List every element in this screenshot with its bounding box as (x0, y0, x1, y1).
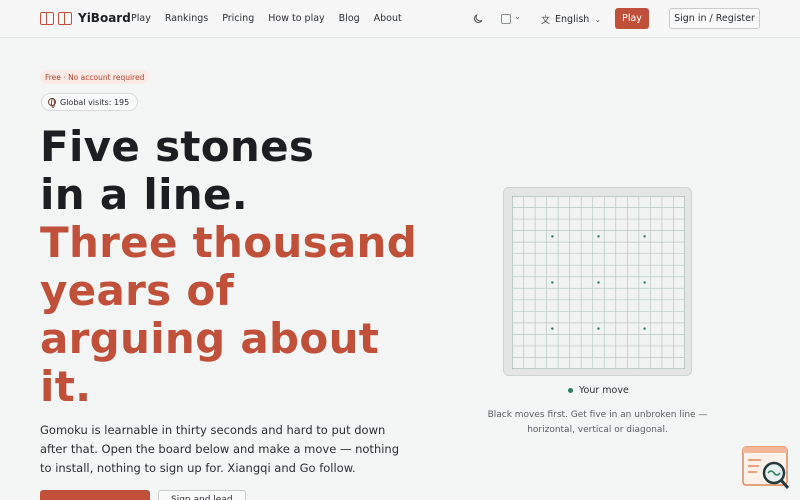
hero-headline: Five stones in a line. Three thousand ye… (40, 123, 460, 411)
headline-accent-line: Three thousand (40, 218, 418, 267)
main-nav: Play Rankings Pricing How to play Blog A… (131, 13, 416, 24)
headline-accent-line: arguing about (40, 314, 380, 363)
language-label: English (555, 14, 590, 25)
star-point (551, 235, 554, 238)
gomoku-board[interactable] (503, 187, 692, 376)
play-button[interactable]: Play (615, 8, 649, 29)
chevron-down-icon: ⌄ (594, 15, 602, 24)
sign-in-register-button[interactable]: Sign in / Register (669, 8, 760, 29)
star-point (551, 327, 554, 330)
turn-label: Your move (579, 385, 629, 396)
logo-mark-icon (40, 11, 54, 25)
theme-square-icon[interactable] (501, 14, 511, 24)
secondary-cta-button[interactable]: Sign and lead (158, 490, 246, 500)
nav-blog[interactable]: Blog (339, 13, 360, 24)
nav-rankings[interactable]: Rankings (165, 13, 208, 24)
headline-accent-line: years of (40, 266, 235, 315)
brand-name: YiBoard (78, 11, 131, 25)
star-point (597, 281, 600, 284)
star-point (597, 235, 600, 238)
primary-cta-button[interactable] (40, 490, 150, 500)
headline-accent-line: it. (40, 362, 92, 411)
global-visits-label: Global visits: 195 (60, 97, 130, 107)
star-point (643, 327, 646, 330)
nav-how-to-play[interactable]: How to play (268, 13, 324, 24)
translate-icon: 文 (541, 16, 551, 26)
nav-about[interactable]: About (374, 13, 402, 24)
star-point (597, 327, 600, 330)
logo-mark-icon (58, 11, 72, 25)
board-rules-text: Black moves first. Get five in an unbrok… (487, 410, 708, 435)
moon-icon[interactable] (473, 13, 484, 24)
brand-logo[interactable]: YiBoard (40, 11, 131, 25)
hero-description: Gomoku is learnable in thirty seconds an… (40, 423, 400, 475)
help-search-icon[interactable] (741, 445, 791, 490)
language-selector[interactable]: 文 English ⌄ (541, 13, 601, 26)
star-point (551, 281, 554, 284)
star-point (643, 235, 646, 238)
top-navigation-bar: YiBoard Play Rankings Pricing How to pla… (0, 0, 800, 38)
globe-icon (48, 98, 56, 108)
headline-line: in a line. (40, 170, 249, 219)
headline-line: Five stones (40, 122, 315, 171)
turn-status-dot (568, 388, 573, 393)
global-visits-badge: Global visits: 195 (41, 93, 139, 111)
nav-pricing[interactable]: Pricing (222, 13, 254, 24)
board-grid[interactable] (512, 196, 685, 369)
chevron-down-icon[interactable]: ⌄ (514, 12, 521, 21)
free-badge: Free · No account required (40, 70, 150, 84)
turn-indicator: Your move (568, 385, 629, 396)
star-point (643, 281, 646, 284)
nav-play[interactable]: Play (131, 13, 151, 24)
